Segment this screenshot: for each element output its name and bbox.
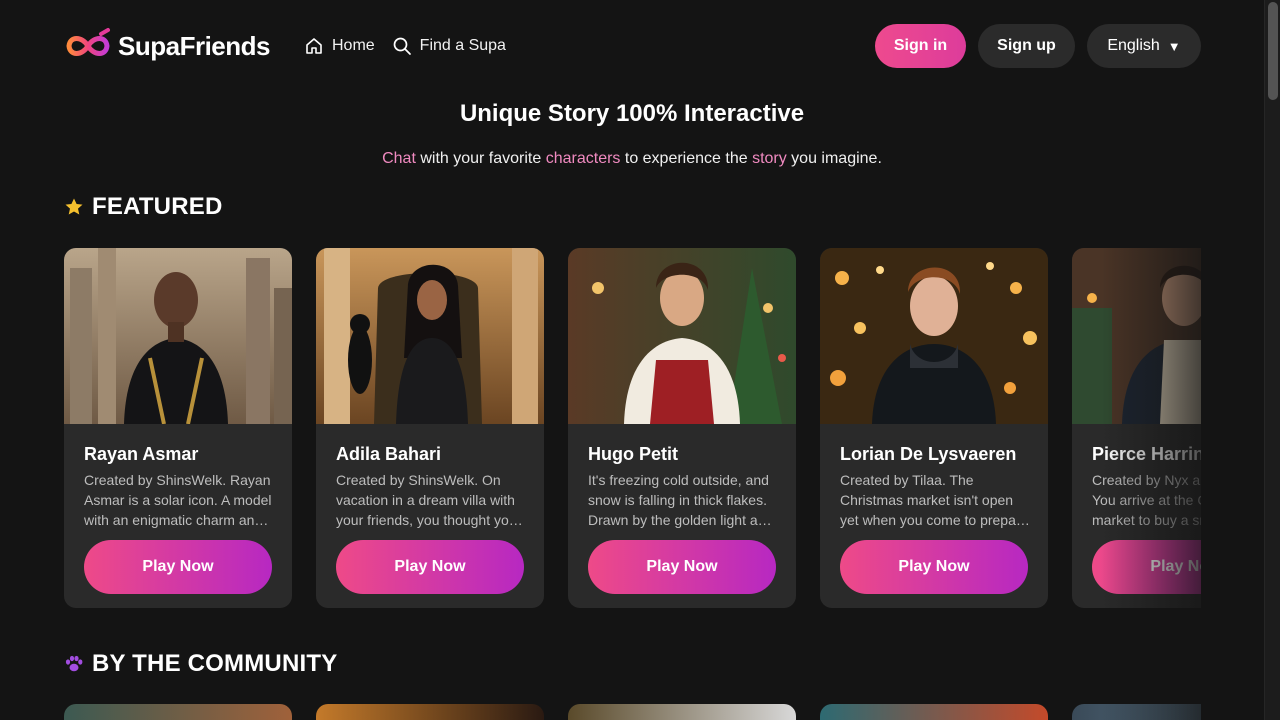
chevron-down-icon: ▼ <box>1167 38 1181 54</box>
hero-text-1: with your favorite <box>415 150 546 167</box>
character-name: Lorian De Lysvaeren <box>840 444 1017 464</box>
main-nav: Home Find a Supa <box>304 36 506 56</box>
hero-highlight-story: story <box>752 150 787 167</box>
character-portrait <box>64 248 292 424</box>
page-scrollbar[interactable] <box>1264 0 1280 720</box>
play-now-button[interactable]: Play Now <box>1092 540 1201 594</box>
featured-carousel[interactable]: Rayan Asmar Created by ShinsWelk. Rayan … <box>64 248 1201 608</box>
hero-highlight-chat: Chat <box>382 150 416 167</box>
character-description: It's freezing cold outside, and snow is … <box>588 472 774 528</box>
character-portrait <box>1072 248 1201 424</box>
paw-icon <box>65 655 83 672</box>
character-card[interactable]: Rayan Asmar Created by ShinsWelk. Rayan … <box>64 248 292 608</box>
community-carousel[interactable] <box>64 704 1201 720</box>
star-icon <box>65 198 83 215</box>
hero-highlight-characters: characters <box>545 150 621 167</box>
community-heading-label: BY THE COMMUNITY <box>92 650 338 677</box>
infinity-logo-icon <box>66 28 110 56</box>
nav-home[interactable]: Home <box>304 36 375 56</box>
community-card[interactable] <box>316 704 544 720</box>
play-now-button[interactable]: Play Now <box>84 540 272 594</box>
hero-text-3: you imagine. <box>786 150 882 167</box>
play-now-button[interactable]: Play Now <box>840 540 1028 594</box>
featured-heading-label: FEATURED <box>92 193 223 220</box>
character-name: Rayan Asmar <box>84 444 199 464</box>
character-name: Pierce Harrington <box>1092 444 1201 464</box>
character-portrait <box>568 248 796 424</box>
hero-text-2: to experience the <box>620 150 753 167</box>
community-card[interactable] <box>568 704 796 720</box>
community-card[interactable] <box>820 704 1048 720</box>
hero-subtitle: Chat with your favorite characters to ex… <box>0 150 1264 168</box>
play-now-button[interactable]: Play Now <box>336 540 524 594</box>
nav-find-supa[interactable]: Find a Supa <box>392 36 506 56</box>
community-card[interactable] <box>1072 704 1201 720</box>
nav-find-supa-label: Find a Supa <box>419 37 506 54</box>
character-card[interactable]: Hugo Petit It's freezing cold outside, a… <box>568 248 796 608</box>
play-now-button[interactable]: Play Now <box>588 540 776 594</box>
character-card[interactable]: Lorian De Lysvaeren Created by Tilaa. Th… <box>820 248 1048 608</box>
home-icon <box>306 38 322 54</box>
character-description: Created by Tilaa. The Christmas market i… <box>840 472 1029 528</box>
character-name: Hugo Petit <box>588 444 678 464</box>
site-header: SupaFriends Home Find a Supa Sign in Sig… <box>64 24 1201 68</box>
character-description: Created by Nyx and friends. You arrive a… <box>1092 472 1201 528</box>
community-heading: BY THE COMMUNITY <box>64 650 337 678</box>
hero-title: Unique Story 100% Interactive <box>459 100 805 127</box>
character-portrait <box>820 248 1048 424</box>
brand-name: SupaFriends <box>118 30 270 61</box>
header-actions: Sign in Sign up English ▼ <box>875 24 1201 68</box>
sign-in-button[interactable]: Sign in <box>875 24 966 68</box>
character-card[interactable]: Pierce Harrington Created by Nyx and fri… <box>1072 248 1201 608</box>
brand-logo[interactable]: SupaFriends <box>64 24 270 68</box>
sign-up-button[interactable]: Sign up <box>978 24 1075 68</box>
character-card[interactable]: Adila Bahari Created by ShinsWelk. On va… <box>316 248 544 608</box>
search-icon <box>393 37 411 55</box>
scrollbar-thumb[interactable] <box>1268 2 1278 100</box>
featured-heading: FEATURED <box>64 193 222 221</box>
nav-home-label: Home <box>331 37 375 54</box>
character-name: Adila Bahari <box>336 444 442 464</box>
character-description: Created by ShinsWelk. On vacation in a d… <box>336 472 517 528</box>
character-description: Created by ShinsWelk. Rayan Asmar is a s… <box>84 472 274 528</box>
community-card[interactable] <box>64 704 292 720</box>
language-selected: English <box>1107 37 1160 54</box>
language-select[interactable]: English ▼ <box>1087 24 1201 68</box>
character-portrait <box>316 248 544 424</box>
